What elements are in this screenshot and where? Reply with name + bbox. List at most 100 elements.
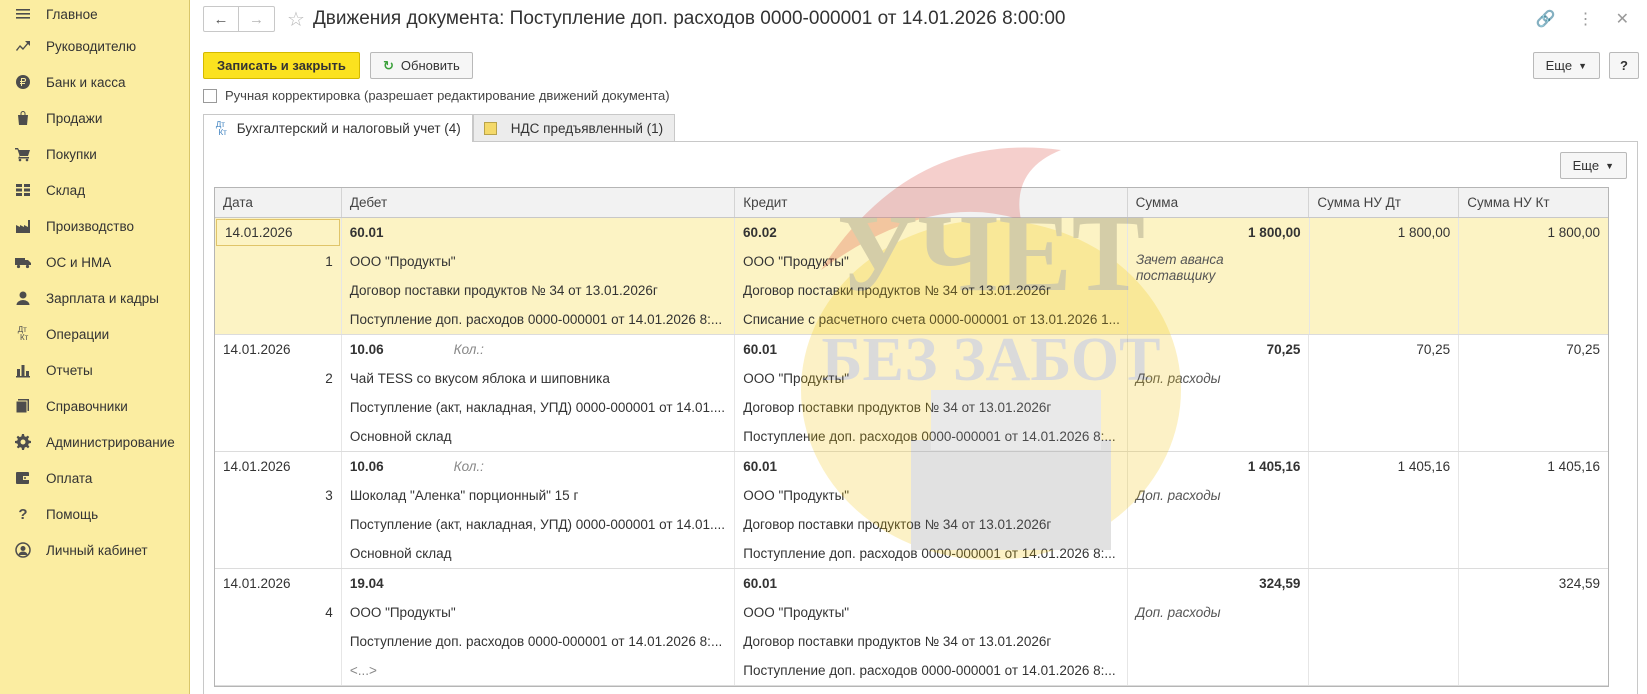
chevron-down-icon: ▼ xyxy=(1605,160,1614,171)
cell-tax-dt: 1 800,00 xyxy=(1397,225,1451,240)
cell-debit-subconto: Поступление (акт, накладная, УПД) 0000-0… xyxy=(349,400,726,415)
chevron-down-icon: ▼ xyxy=(1578,60,1587,71)
wallet-icon xyxy=(14,469,32,487)
cell-debit-subconto: Основной склад xyxy=(349,546,452,561)
table-header: Дата Дебет Кредит Сумма Сумма НУ Дт Сумм… xyxy=(215,188,1608,218)
sidebar-item-label: Отчеты xyxy=(46,362,93,378)
cell-date[interactable]: 14.01.2026 xyxy=(216,219,340,246)
close-icon[interactable]: ✕ xyxy=(1616,9,1629,29)
sidebar-item-reports[interactable]: Отчеты xyxy=(0,352,189,388)
forward-button[interactable]: → xyxy=(239,6,275,32)
favorite-star-icon[interactable]: ☆ xyxy=(287,7,305,32)
truck-icon xyxy=(14,253,32,271)
cell-credit-subconto: Договор поставки продуктов № 34 от 13.01… xyxy=(742,283,1051,298)
more-label: Еще xyxy=(1545,58,1573,73)
sidebar-item-label: Банк и касса xyxy=(46,74,126,90)
column-header-credit[interactable]: Кредит xyxy=(735,188,1128,217)
column-header-tax-dt[interactable]: Сумма НУ Дт xyxy=(1309,188,1460,217)
question-icon: ? xyxy=(18,505,28,523)
cart-icon xyxy=(14,145,32,163)
sidebar-item-label: Администрирование xyxy=(46,434,175,450)
column-header-tax-kt[interactable]: Сумма НУ Кт xyxy=(1459,188,1608,217)
column-header-date[interactable]: Дата xyxy=(215,188,342,217)
manual-correction-checkbox[interactable] xyxy=(203,88,217,103)
cell-line-number: 3 xyxy=(325,488,333,503)
sidebar-item-label: ОС и НМА xyxy=(46,254,112,270)
cell-debit-account: 10.06 Кол.: xyxy=(349,459,484,474)
sidebar-item-assets[interactable]: ОС и НМА xyxy=(0,244,189,280)
sidebar-item-catalogs[interactable]: Справочники xyxy=(0,388,189,424)
back-button[interactable]: ← xyxy=(203,6,239,32)
save-and-close-button[interactable]: Записать и закрыть xyxy=(203,52,360,79)
sidebar-item-main[interactable]: Главное xyxy=(0,0,189,28)
help-button[interactable]: ? xyxy=(1609,52,1639,79)
sidebar-item-production[interactable]: Производство xyxy=(0,208,189,244)
cell-debit-subconto: Поступление доп. расходов 0000-000001 от… xyxy=(349,312,723,327)
factory-icon xyxy=(14,217,32,235)
sidebar-item-label: Покупки xyxy=(46,146,97,162)
sidebar-item-sales[interactable]: Продажи xyxy=(0,100,189,136)
cell-tax-dt: 70,25 xyxy=(1416,342,1451,357)
cell-credit-subconto: Поступление доп. расходов 0000-000001 от… xyxy=(743,546,1116,561)
column-header-sum[interactable]: Сумма xyxy=(1128,188,1310,217)
more-label: Еще xyxy=(1572,158,1600,173)
cell-debit-account: 19.04 xyxy=(349,576,384,591)
sidebar-item-payment[interactable]: Оплата xyxy=(0,460,189,496)
table-row[interactable]: 14.01.2026 3 10.06 Кол.: Шоколад "Аленка"… xyxy=(215,452,1608,569)
cell-credit-account: 60.01 xyxy=(743,459,778,474)
sidebar-item-label: Оплата xyxy=(46,470,93,486)
gear-icon xyxy=(14,433,32,451)
books-icon xyxy=(14,397,32,415)
cell-credit-subconto: Поступление доп. расходов 0000-000001 от… xyxy=(743,663,1116,678)
cell-debit-subconto: ООО "Продукты" xyxy=(349,254,456,269)
person-icon xyxy=(14,289,32,307)
more-menu-button[interactable]: Еще ▼ xyxy=(1532,52,1600,79)
more-vertical-icon[interactable]: ⋮ xyxy=(1578,9,1594,29)
table-row[interactable]: 14.01.2026 4 19.04 ООО "Продукты" Поступ… xyxy=(215,569,1608,686)
refresh-button[interactable]: ↻ Обновить xyxy=(370,52,473,79)
table-row[interactable]: 14.01.2026 1 60.01 ООО "Продукты" Догово… xyxy=(215,218,1608,335)
tab-accounting[interactable]: Дт Кт Бухгалтерский и налоговый учет (4) xyxy=(203,114,473,142)
main-area: ← → ☆ Движения документа: Поступление до… xyxy=(191,0,1647,694)
sidebar-item-salary[interactable]: Зарплата и кадры xyxy=(0,280,189,316)
table-row[interactable]: 14.01.2026 2 10.06 Кол.: Чай TESS со вкус… xyxy=(215,335,1608,452)
sidebar-item-admin[interactable]: Администрирование xyxy=(0,424,189,460)
qty-label: Кол.: xyxy=(453,459,484,474)
cell-debit-subconto: Договор поставки продуктов № 34 от 13.01… xyxy=(349,283,658,298)
sidebar-item-label: Продажи xyxy=(46,110,103,126)
warehouse-icon xyxy=(14,181,32,199)
manual-correction-label[interactable]: Ручная корректировка (разрешает редактир… xyxy=(225,88,670,103)
cell-content: Доп. расходы xyxy=(1135,371,1221,386)
cell-tax-kt: 70,25 xyxy=(1566,342,1600,357)
sidebar-item-operations[interactable]: Дт Кт Операции xyxy=(0,316,189,352)
ruble-icon xyxy=(14,73,32,91)
cell-sum: 1 800,00 xyxy=(1248,225,1301,240)
panel-more-button[interactable]: Еще ▼ xyxy=(1559,152,1627,179)
cell-debit-subconto: <...> xyxy=(349,663,377,678)
tab-vat[interactable]: НДС предъявленный (1) xyxy=(472,114,676,142)
cell-credit-subconto: Договор поставки продуктов № 34 от 13.01… xyxy=(743,400,1052,415)
tab-label: Бухгалтерский и налоговый учет (4) xyxy=(236,121,461,136)
sidebar-item-label: Зарплата и кадры xyxy=(46,290,159,306)
sidebar-item-label: Операции xyxy=(46,326,110,342)
link-icon[interactable]: 🔗 xyxy=(1536,9,1556,29)
sidebar-item-manager[interactable]: Руководителю xyxy=(0,28,189,64)
cell-debit-subconto: ООО "Продукты" xyxy=(349,605,456,620)
sidebar-item-account[interactable]: Личный кабинет xyxy=(0,532,189,568)
dt-kt-icon: Дт Кт xyxy=(215,119,227,137)
page-title: Движения документа: Поступление доп. рас… xyxy=(312,8,1066,29)
qty-label: Кол.: xyxy=(453,342,484,357)
sidebar-item-label: Склад xyxy=(46,182,86,198)
cell-credit-account: 60.01 xyxy=(743,576,778,591)
sidebar-item-purchases[interactable]: Покупки xyxy=(0,136,189,172)
refresh-icon: ↻ xyxy=(383,57,394,73)
sidebar-item-bank[interactable]: Банк и касса xyxy=(0,64,189,100)
cell-credit-subconto: ООО "Продукты" xyxy=(743,371,850,386)
sidebar-item-label: Помощь xyxy=(46,506,99,522)
sidebar-item-help[interactable]: ? Помощь xyxy=(0,496,189,532)
cell-line-number: 1 xyxy=(325,254,333,269)
cell-credit-subconto: Списание с расчетного счета 0000-000001 … xyxy=(742,312,1120,327)
sidebar-item-warehouse[interactable]: Склад xyxy=(0,172,189,208)
cell-tax-dt: 1 405,16 xyxy=(1397,459,1451,474)
column-header-debit[interactable]: Дебет xyxy=(342,188,736,217)
